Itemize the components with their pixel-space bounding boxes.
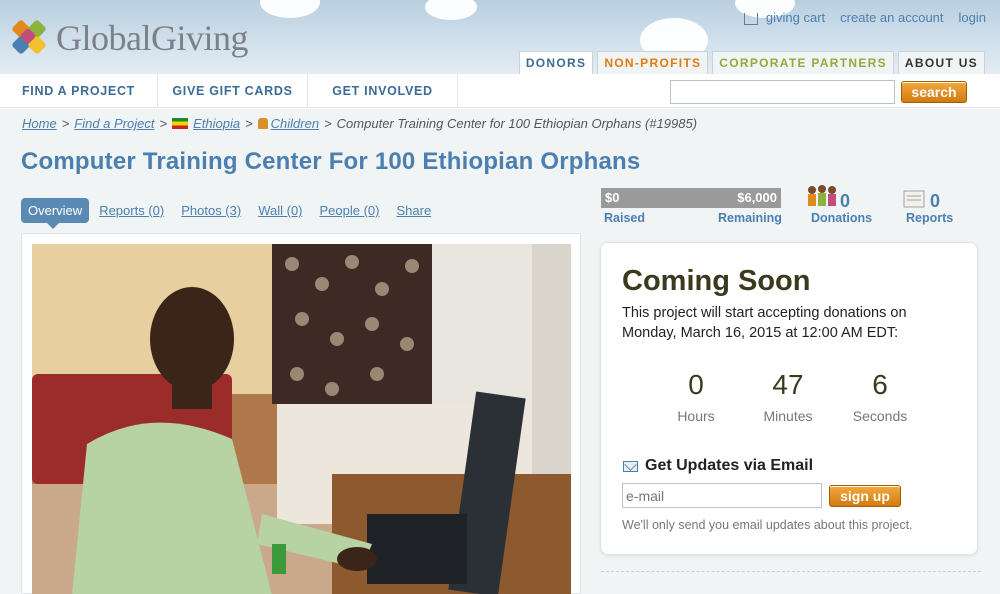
- tab-people[interactable]: People (0): [320, 203, 380, 218]
- coming-soon-title: Coming Soon: [622, 265, 811, 297]
- breadcrumb-separator: >: [61, 116, 70, 131]
- countdown-minutes-value: 47: [772, 369, 804, 400]
- nav-give-gift-cards[interactable]: GIVE GIFT CARDS: [158, 74, 308, 108]
- page-title: Computer Training Center For 100 Ethiopi…: [21, 148, 641, 175]
- tab-non-profits[interactable]: NON-PROFITS: [597, 51, 709, 74]
- project-subtabs: Overview Reports (0) Photos (3) Wall (0)…: [21, 198, 448, 229]
- countdown-hours-value: 0: [688, 369, 704, 400]
- coming-soon-description: This project will start accepting donati…: [622, 305, 907, 341]
- countdown-seconds-value: 6: [872, 369, 888, 400]
- giving-cart-link[interactable]: giving cart: [766, 10, 825, 25]
- breadcrumb-children[interactable]: Children: [271, 116, 319, 131]
- donations-count: 0: [840, 191, 851, 211]
- raised-amount: $0: [605, 190, 620, 205]
- envelope-icon: [623, 461, 638, 472]
- breadcrumb-current: Computer Training Center for 100 Ethiopi…: [336, 116, 698, 131]
- breadcrumb-ethiopia[interactable]: Ethiopia: [193, 116, 240, 131]
- tab-donors[interactable]: DONORS: [518, 51, 594, 74]
- login-link[interactable]: login: [959, 10, 986, 25]
- nav-find-a-project[interactable]: FIND A PROJECT: [0, 74, 158, 108]
- tab-photos[interactable]: Photos (3): [181, 203, 241, 218]
- email-field[interactable]: [622, 483, 822, 508]
- tab-wall[interactable]: Wall (0): [258, 203, 302, 218]
- tab-overview[interactable]: Overview: [21, 198, 90, 229]
- project-photo-frame: [21, 233, 581, 594]
- nav-get-involved[interactable]: GET INVOLVED: [308, 74, 458, 108]
- coming-soon-card: Coming Soon This project will start acce…: [600, 242, 978, 555]
- remaining-label: Remaining: [718, 211, 782, 225]
- breadcrumb-find-a-project[interactable]: Find a Project: [74, 116, 154, 131]
- cart-icon[interactable]: [743, 12, 758, 25]
- breadcrumb-separator: >: [324, 116, 332, 131]
- donations-label[interactable]: Donations: [811, 211, 872, 225]
- account-links: giving cart create an account login: [743, 10, 986, 25]
- cloud-decoration: [260, 0, 320, 18]
- reports-count: 0: [930, 191, 941, 211]
- tab-share[interactable]: Share: [396, 203, 431, 218]
- tab-corporate-partners[interactable]: CORPORATE PARTNERS: [712, 51, 894, 74]
- email-updates-title: Get Updates via Email: [645, 457, 814, 474]
- tab-about-us[interactable]: ABOUT US: [897, 51, 985, 74]
- donation-progress-bar: $0 $6,000: [601, 188, 781, 208]
- raised-label: Raised: [604, 211, 645, 225]
- breadcrumb: Home > Find a Project > Ethiopia > Child…: [22, 116, 697, 131]
- project-photo[interactable]: [32, 244, 571, 594]
- logo-text: GlobalGiving: [56, 18, 248, 58]
- reports-label[interactable]: Reports: [906, 211, 953, 225]
- breadcrumb-separator: >: [245, 116, 253, 131]
- countdown-hours-label: Hours: [677, 408, 715, 424]
- countdown-minutes-label: Minutes: [763, 408, 813, 424]
- children-icon: [257, 118, 268, 129]
- globalgiving-logo[interactable]: GlobalGiving: [10, 17, 248, 59]
- donations-people-icon: [808, 185, 836, 206]
- email-privacy-note: We'll only send you email updates about …: [622, 518, 913, 532]
- breadcrumb-separator: >: [159, 116, 168, 131]
- logo-mark-icon: [10, 18, 50, 58]
- sign-up-button[interactable]: sign up: [829, 485, 901, 507]
- breadcrumb-home[interactable]: Home: [22, 116, 57, 131]
- tab-reports[interactable]: Reports (0): [99, 203, 164, 218]
- reports-document-icon: [903, 190, 925, 208]
- cloud-decoration: [425, 0, 477, 20]
- audience-tabs: DONORS NON-PROFITS CORPORATE PARTNERS AB…: [518, 51, 985, 74]
- ethiopia-flag-icon: [172, 118, 189, 129]
- search-button[interactable]: search: [901, 81, 967, 103]
- create-account-link[interactable]: create an account: [840, 10, 943, 25]
- remaining-amount: $6,000: [737, 190, 777, 205]
- countdown-seconds-label: Seconds: [852, 408, 908, 424]
- site-header: GlobalGiving giving cart create an accou…: [0, 0, 1000, 74]
- divider: [601, 571, 981, 572]
- search-input[interactable]: [670, 80, 895, 104]
